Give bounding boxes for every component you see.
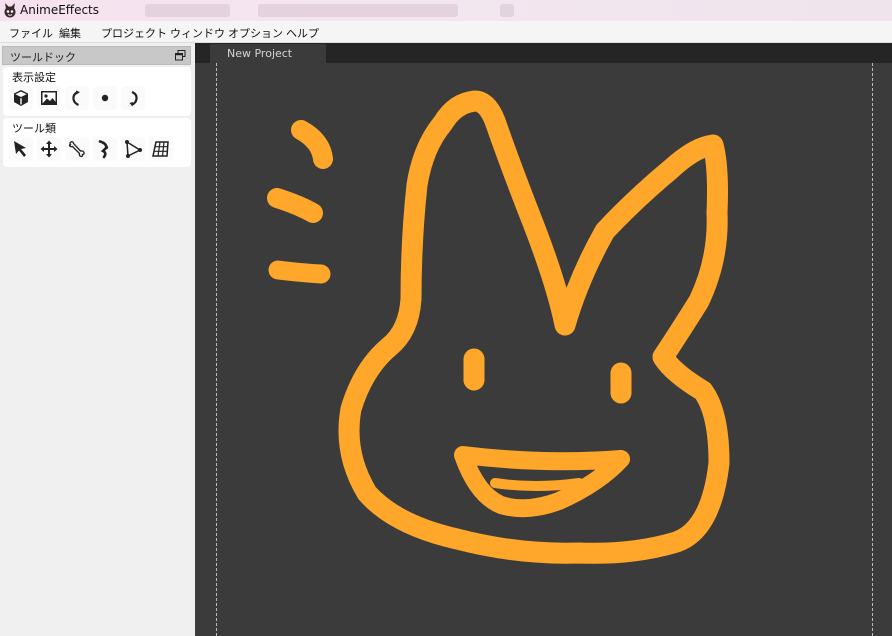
document-tab-bar: New Project [195,43,892,63]
cursor-tool-button[interactable] [9,137,33,161]
bone-icon [68,141,85,158]
tool-dock-header[interactable]: ツールドック [2,46,191,65]
bone-tool-button[interactable] [65,137,89,161]
menu-project[interactable]: プロジェクト [101,25,167,41]
mesh-vertex-icon [125,140,142,158]
grid-deform-icon [152,141,169,157]
motion-mark [268,260,331,284]
grid-deform-tool-button[interactable] [149,137,173,161]
rotate-left-icon [72,90,80,107]
background-tab [145,4,230,17]
tab-new-project[interactable]: New Project [210,44,326,63]
motion-mark [267,188,323,223]
dot-icon [101,94,109,102]
menu-edit[interactable]: 編集 [59,25,81,41]
display-cube-button[interactable] [9,86,33,110]
drawing-canvas[interactable] [195,63,892,636]
rotate-right-icon [129,90,138,107]
mesh-tool-button[interactable] [121,137,145,161]
background-tab [258,4,458,17]
menu-window[interactable]: ウィンドウ [170,25,225,41]
background-tab [500,4,514,17]
display-dot-button[interactable] [93,86,117,110]
display-image-button[interactable] [37,86,61,110]
tool-dock: ツールドック 表示設定 ツール類 [0,43,195,636]
float-window-icon[interactable] [175,50,186,61]
menu-help[interactable]: ヘルプ [286,25,319,41]
menu-file[interactable]: ファイル [9,25,53,41]
drawing-layer [267,90,730,564]
display-rotate-left-button[interactable] [65,86,89,110]
bunny-mouth-inner [490,478,584,491]
motion-mark [291,120,333,169]
display-rotate-right-button[interactable] [121,86,145,110]
window-title: AnimeEffects [20,3,100,17]
display-settings-label: 表示設定 [12,71,56,84]
main-editor-area: New Project [195,43,892,636]
display-settings-panel: 表示設定 [3,67,191,116]
menu-options[interactable]: オプション [228,25,283,41]
move-icon [40,140,58,158]
app-icon [4,3,16,18]
tool-dock-title: ツールドック [10,51,76,64]
cursor-icon [14,141,26,157]
image-icon [41,91,57,105]
tab-label: New Project [227,47,293,60]
pose-icon [98,140,109,159]
cube-icon [14,90,28,106]
pose-tool-button[interactable] [93,137,117,161]
menu-bar: ファイル 編集 プロジェクト ウィンドウ オプション ヘルプ [0,21,892,43]
move-tool-button[interactable] [37,137,61,161]
tools-panel: ツール類 [3,118,191,167]
title-bar: AnimeEffects [0,0,892,21]
tools-label: ツール類 [12,122,56,135]
